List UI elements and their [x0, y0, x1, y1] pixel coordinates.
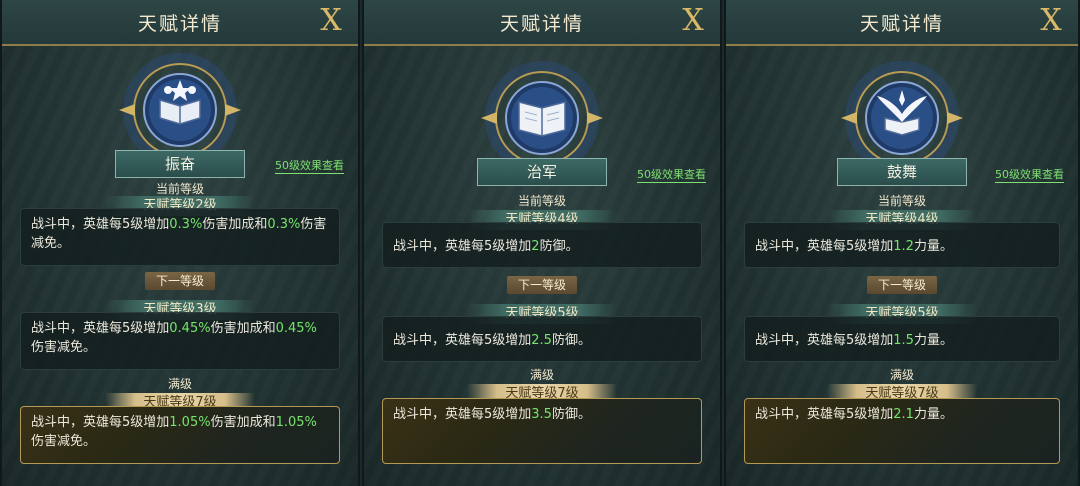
panel-title: 天赋详情 [137, 13, 222, 35]
next-level-desc: 战斗中，英雄每5级增加0.45%伤害加成和0.45%伤害减免。 [20, 312, 340, 370]
max-level-label: 满级 [889, 368, 914, 382]
current-level-label: 当前等级 [517, 194, 566, 208]
next-level-desc: 战斗中，英雄每5级增加1.5力量。 [744, 316, 1060, 362]
next-level-tag: 下一等级 [145, 272, 215, 290]
next-level-tag: 下一等级 [867, 276, 937, 294]
level-50-effect-link[interactable]: 50级效果查看 [637, 166, 706, 183]
talent-panel-2: 天赋详情 X 治军 50级效果查看 当前等级 天赋等级4级 战斗中，英雄每5级增… [362, 0, 722, 486]
panel-header: 天赋详情 X [726, 0, 1078, 46]
close-button[interactable]: X [1034, 4, 1068, 38]
panel-title: 天赋详情 [859, 13, 944, 35]
max-level-desc: 战斗中，英雄每5级增加2.1力量。 [744, 398, 1060, 464]
current-level-label: 当前等级 [155, 182, 204, 196]
next-level-tag: 下一等级 [507, 276, 577, 294]
max-level-desc: 战斗中，英雄每5级增加1.05%伤害加成和1.05%伤害减免。 [20, 406, 340, 464]
panel-header: 天赋详情 X [364, 0, 720, 46]
close-button[interactable]: X [314, 4, 348, 38]
current-level-label: 当前等级 [877, 194, 926, 208]
talent-panel-1: 天赋详情 X 振奋 50级效果查看 当前等级 天赋等级2级 战斗中，英雄每5级增… [0, 0, 360, 486]
talent-name: 治军 [477, 158, 607, 186]
current-level-desc: 战斗中，英雄每5级增加1.2力量。 [744, 222, 1060, 268]
current-level-desc: 战斗中，英雄每5级增加2防御。 [382, 222, 702, 268]
level-50-effect-link[interactable]: 50级效果查看 [275, 157, 344, 174]
talent-name: 振奋 [115, 150, 245, 178]
max-level-desc: 战斗中，英雄每5级增加3.5防御。 [382, 398, 702, 464]
close-button[interactable]: X [676, 4, 710, 38]
current-level-desc: 战斗中，英雄每5级增加0.3%伤害加成和0.3%伤害减免。 [20, 208, 340, 266]
panel-header: 天赋详情 X [2, 0, 358, 46]
max-level-label: 满级 [167, 377, 192, 391]
panel-title: 天赋详情 [499, 13, 584, 35]
next-level-desc: 战斗中，英雄每5级增加2.5防御。 [382, 316, 702, 362]
level-50-effect-link[interactable]: 50级效果查看 [995, 166, 1064, 183]
talent-detail-stage: 天赋详情 X 振奋 50级效果查看 当前等级 天赋等级2级 战斗中，英雄每5级增… [0, 0, 1080, 486]
max-level-label: 满级 [529, 368, 554, 382]
talent-name: 鼓舞 [837, 158, 967, 186]
talent-panel-3: 天赋详情 X 鼓舞 50级效果查看 当前等级 天赋等级4级 战斗中，英雄每5级增… [724, 0, 1080, 486]
